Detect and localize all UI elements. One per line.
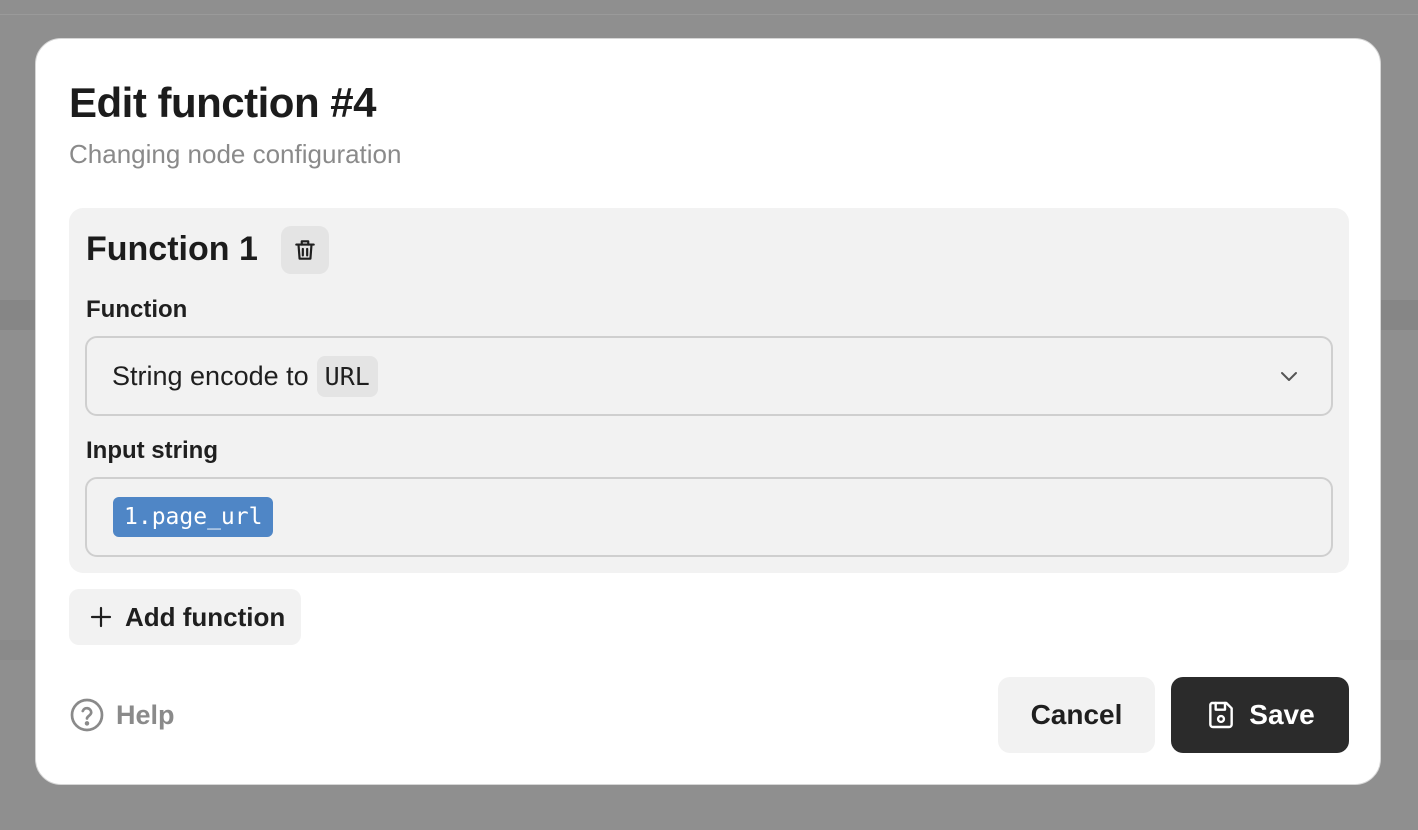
variable-chip[interactable]: 1.page_url xyxy=(113,497,274,537)
help-link[interactable]: Help xyxy=(69,697,175,733)
save-button[interactable]: Save xyxy=(1171,677,1349,753)
function-card: Function 1 Function String encode to URL… xyxy=(69,208,1349,573)
dialog-title: Edit function #4 xyxy=(69,79,377,126)
add-function-button[interactable]: Add function xyxy=(69,589,301,645)
question-circle-icon xyxy=(70,698,104,732)
help-label: Help xyxy=(116,699,175,730)
floppy-disk-icon xyxy=(1209,701,1234,729)
delete-function-button[interactable] xyxy=(281,226,329,274)
cancel-button[interactable]: Cancel xyxy=(998,677,1155,753)
add-function-label: Add function xyxy=(125,601,286,632)
function-label: Function xyxy=(86,296,188,323)
dialog-subtitle: Changing node configuration xyxy=(69,139,402,169)
input-string-label: Input string xyxy=(86,437,218,464)
function-select-text: String encode to xyxy=(112,360,309,391)
chevron-down-icon xyxy=(1281,372,1297,381)
input-string-field[interactable]: 1.page_url xyxy=(85,477,1333,557)
function-card-title: Function 1 xyxy=(86,230,258,268)
function-code-chip: URL xyxy=(316,355,378,397)
function-select[interactable]: String encode to URL xyxy=(85,336,1333,416)
save-label: Save xyxy=(1249,699,1315,730)
trash-icon xyxy=(295,240,315,260)
plus-icon xyxy=(90,606,112,628)
cancel-label: Cancel xyxy=(1030,699,1123,730)
edit-function-dialog: Edit function #4 Changing node configura… xyxy=(35,38,1381,785)
